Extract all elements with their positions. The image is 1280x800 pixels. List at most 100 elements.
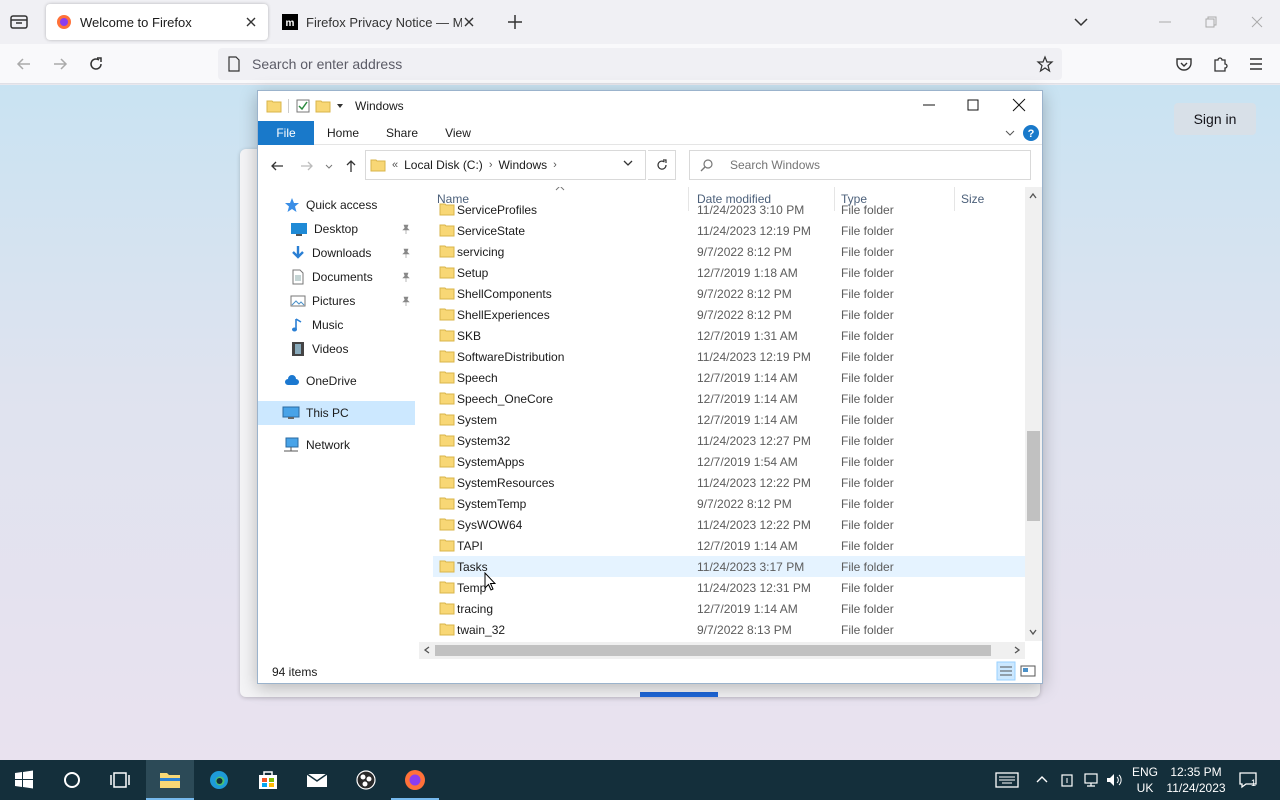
nav-music[interactable]: Music <box>258 313 415 337</box>
nav-this-pc[interactable]: This PC <box>258 401 415 425</box>
nav-desktop[interactable]: Desktop <box>258 217 415 241</box>
pin-icon[interactable] <box>401 272 411 282</box>
start-button[interactable] <box>0 760 48 800</box>
table-row[interactable]: tracing 12/7/2019 1:14 AM File folder <box>433 598 1025 619</box>
reload-icon[interactable] <box>86 54 106 74</box>
forward-arrow-icon[interactable] <box>50 54 70 74</box>
table-row[interactable]: SysWOW64 11/24/2023 12:22 PM File folder <box>433 514 1025 535</box>
horizontal-scrollbar[interactable] <box>419 642 1025 659</box>
nav-onedrive[interactable]: OneDrive <box>258 369 415 393</box>
tab-welcome-to-firefox[interactable]: Welcome to Firefox <box>46 4 268 40</box>
close-tab-icon[interactable] <box>244 15 258 29</box>
extensions-icon[interactable] <box>1210 54 1230 74</box>
table-row[interactable]: SystemTemp 9/7/2022 8:12 PM File folder <box>433 493 1025 514</box>
refresh-button[interactable] <box>648 150 676 180</box>
task-view-button[interactable] <box>96 760 144 800</box>
back-arrow-icon[interactable] <box>14 54 34 74</box>
close-window-icon[interactable] <box>1249 14 1265 30</box>
firefox-view-icon[interactable] <box>8 12 30 32</box>
breadcrumb-windows[interactable]: Windows <box>498 158 547 172</box>
url-bar[interactable]: Search or enter address <box>218 48 1062 80</box>
tab-view[interactable]: View <box>434 121 482 145</box>
nav-videos[interactable]: Videos <box>258 337 415 361</box>
clock[interactable]: 12:35 PM 11/24/2023 <box>1162 764 1230 796</box>
expand-ribbon-chevron-icon[interactable] <box>1004 127 1016 139</box>
scroll-left-arrow-icon[interactable] <box>422 645 432 655</box>
taskbar-mail[interactable] <box>293 760 341 800</box>
table-row[interactable]: ShellComponents 9/7/2022 8:12 PM File fold… <box>433 283 1025 304</box>
scroll-down-arrow-icon[interactable] <box>1028 627 1038 637</box>
scrollbar-thumb[interactable] <box>1027 431 1040 521</box>
table-row[interactable]: SoftwareDistribution 11/24/2023 12:19 PM F… <box>433 346 1025 367</box>
pin-icon[interactable] <box>401 296 411 306</box>
back-arrow-icon[interactable] <box>269 158 285 174</box>
table-row[interactable]: ServiceProfiles 11/24/2023 3:10 PM File fo… <box>433 199 1025 220</box>
table-row[interactable]: Speech_OneCore 12/7/2019 1:14 AM File fold… <box>433 388 1025 409</box>
table-row[interactable]: ShellExperiences 9/7/2022 8:12 PM File fol… <box>433 304 1025 325</box>
nav-network[interactable]: Network <box>258 433 415 457</box>
input-language[interactable]: ENG UK <box>1132 764 1158 796</box>
taskbar-obs[interactable] <box>342 760 390 800</box>
close-window-icon[interactable] <box>1012 98 1026 112</box>
customize-toolbar-chevron-icon[interactable] <box>335 98 345 114</box>
tab-file[interactable]: File <box>258 121 314 145</box>
properties-icon[interactable] <box>295 98 311 114</box>
table-row[interactable]: SKB 12/7/2019 1:31 AM File folder <box>433 325 1025 346</box>
nav-documents[interactable]: Documents <box>258 265 415 289</box>
close-tab-icon[interactable] <box>462 15 476 29</box>
large-icons-view-icon[interactable] <box>1018 661 1038 681</box>
nav-downloads[interactable]: Downloads <box>258 241 415 265</box>
taskbar-firefox[interactable] <box>391 760 439 800</box>
search-input[interactable] <box>730 158 1010 172</box>
taskbar-edge[interactable] <box>195 760 243 800</box>
table-row[interactable]: Tasks 11/24/2023 3:17 PM File folder <box>433 556 1025 577</box>
pin-icon[interactable] <box>401 248 411 258</box>
table-row[interactable]: System 12/7/2019 1:14 AM File folder <box>433 409 1025 430</box>
nav-quick-access[interactable]: Quick access <box>258 193 415 217</box>
address-bar[interactable]: « Local Disk (C:) › Windows › <box>365 150 646 180</box>
table-row[interactable]: Speech 12/7/2019 1:14 AM File folder <box>433 367 1025 388</box>
table-row[interactable]: Setup 12/7/2019 1:18 AM File folder <box>433 262 1025 283</box>
tab-share[interactable]: Share <box>378 121 426 145</box>
taskbar-store[interactable] <box>244 760 292 800</box>
sign-in-button[interactable]: Sign in <box>1174 103 1256 135</box>
address-dropdown-chevron-icon[interactable] <box>622 157 634 169</box>
volume-icon[interactable] <box>1105 770 1123 790</box>
breadcrumb-separator-icon[interactable]: › <box>489 159 493 171</box>
pocket-icon[interactable] <box>1174 54 1194 74</box>
minimize-icon[interactable] <box>1157 14 1173 30</box>
table-row[interactable]: servicing 9/7/2022 8:12 PM File folder <box>433 241 1025 262</box>
help-icon[interactable]: ? <box>1022 124 1040 142</box>
maximize-icon[interactable] <box>966 98 980 112</box>
tab-privacy-notice[interactable]: m Firefox Privacy Notice — Mozilla <box>272 4 486 40</box>
bookmark-star-icon[interactable] <box>1036 55 1054 73</box>
table-row[interactable]: SystemResources 11/24/2023 12:22 PM File f… <box>433 472 1025 493</box>
security-icon[interactable] <box>1058 770 1076 790</box>
new-tab-plus-icon[interactable] <box>505 12 525 32</box>
recent-locations-chevron-icon[interactable] <box>324 158 334 174</box>
tab-home[interactable]: Home <box>318 121 368 145</box>
hamburger-menu-icon[interactable] <box>1246 54 1266 74</box>
forward-arrow-icon[interactable] <box>299 158 315 174</box>
chevron-up-icon[interactable] <box>1034 770 1050 790</box>
up-arrow-icon[interactable] <box>343 158 359 174</box>
pin-icon[interactable] <box>401 224 411 234</box>
search-button[interactable] <box>48 760 96 800</box>
overflow-chevron[interactable]: « <box>392 159 398 171</box>
scroll-right-arrow-icon[interactable] <box>1012 645 1022 655</box>
scrollbar-thumb[interactable] <box>435 645 991 656</box>
breadcrumb-separator-icon[interactable]: › <box>553 159 557 171</box>
search-box[interactable] <box>689 150 1031 180</box>
table-row[interactable]: twain_32 9/7/2022 8:13 PM File folder <box>433 619 1025 640</box>
details-view-icon[interactable] <box>996 661 1016 681</box>
minimize-icon[interactable] <box>922 98 936 112</box>
table-row[interactable]: System32 11/24/2023 12:27 PM File folder <box>433 430 1025 451</box>
new-folder-icon[interactable] <box>315 98 331 114</box>
table-row[interactable]: Temp 11/24/2023 12:31 PM File folder <box>433 577 1025 598</box>
table-row[interactable]: ServiceState 11/24/2023 12:19 PM File fold… <box>433 220 1025 241</box>
scroll-up-arrow-icon[interactable] <box>1028 191 1038 201</box>
table-row[interactable]: TAPI 12/7/2019 1:14 AM File folder <box>433 535 1025 556</box>
restore-icon[interactable] <box>1203 14 1219 30</box>
vertical-scrollbar[interactable] <box>1025 187 1042 641</box>
taskbar-file-explorer[interactable] <box>146 760 194 800</box>
